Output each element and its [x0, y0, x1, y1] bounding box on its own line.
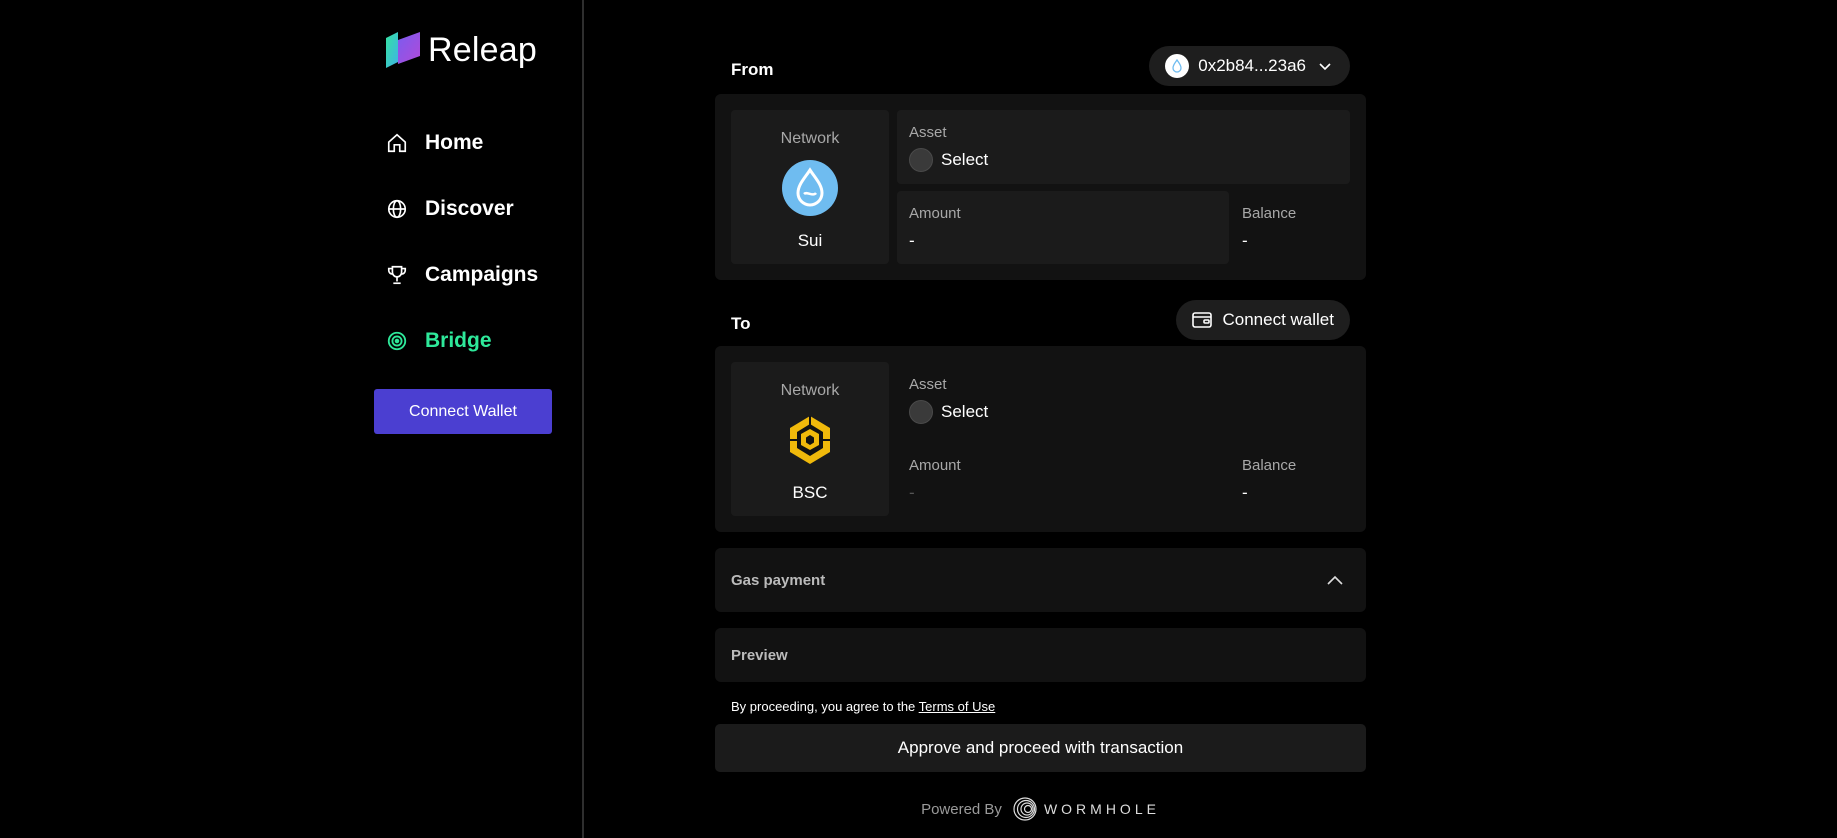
- asset-label: Asset: [909, 124, 947, 141]
- brand-logo[interactable]: Releap: [384, 30, 537, 70]
- balance-label: Balance: [1242, 205, 1297, 222]
- wormhole-logo-icon: [1013, 797, 1037, 821]
- chevron-up-icon: [1327, 575, 1343, 585]
- nav-label: Home: [425, 131, 484, 154]
- from-balance: Balance -: [1242, 191, 1342, 264]
- wallet-address: 0x2b84...23a6: [1198, 56, 1306, 75]
- from-network-selector[interactable]: Network Sui: [731, 110, 889, 264]
- network-label: Network: [780, 382, 840, 399]
- network-label: Network: [780, 130, 840, 147]
- preview-section: Preview: [715, 628, 1366, 682]
- approve-transaction-button[interactable]: Approve and proceed with transaction: [715, 724, 1366, 772]
- network-name: Sui: [797, 231, 823, 250]
- terms-of-use-link[interactable]: Terms of Use: [919, 699, 996, 714]
- token-placeholder-icon: [909, 400, 933, 424]
- to-amount-field: Amount -: [909, 443, 1229, 516]
- chevron-down-icon: [1319, 63, 1331, 71]
- asset-select[interactable]: Select: [909, 400, 988, 424]
- gas-payment-label: Gas payment: [731, 572, 826, 589]
- from-card: Network Sui Asset Select Amount - Balanc…: [715, 94, 1366, 280]
- from-title: From: [731, 60, 774, 79]
- home-icon: [385, 131, 409, 155]
- asset-select[interactable]: Select: [909, 148, 988, 172]
- token-placeholder-icon: [909, 148, 933, 172]
- to-card: Network BSC Asset Select Amount - Balanc…: [715, 346, 1366, 532]
- releap-logo-icon: [386, 32, 420, 68]
- connect-wallet-text: Connect wallet: [1222, 310, 1334, 329]
- to-network-selector[interactable]: Network BSC: [731, 362, 889, 516]
- to-asset-field[interactable]: Asset Select: [909, 362, 1349, 436]
- nav-item-bridge[interactable]: Bridge: [385, 308, 538, 374]
- nav-label: Bridge: [425, 329, 492, 352]
- from-asset-field[interactable]: Asset Select: [897, 110, 1350, 184]
- nav-item-home[interactable]: Home: [385, 110, 538, 176]
- balance-label: Balance: [1242, 457, 1297, 474]
- bsc-network-icon: [790, 416, 830, 464]
- target-icon: [385, 329, 409, 353]
- terms-prefix: By proceeding, you agree to the: [731, 699, 919, 714]
- nav-item-campaigns[interactable]: Campaigns: [385, 242, 538, 308]
- asset-select-text: Select: [941, 150, 989, 169]
- to-balance: Balance -: [1242, 443, 1342, 516]
- wallet-icon: [1192, 312, 1213, 328]
- wallet-address-dropdown[interactable]: 0x2b84...23a6: [1149, 46, 1350, 86]
- amount-label: Amount: [909, 457, 961, 474]
- sidebar: Releap Home Discover Campaigns Bridge Co…: [0, 0, 584, 838]
- gas-payment-toggle[interactable]: Gas payment: [715, 548, 1366, 612]
- powered-by-label: Powered By: [921, 800, 1002, 818]
- main-nav: Home Discover Campaigns Bridge: [385, 110, 538, 374]
- bridge-panel: From 0x2b84...23a6 Network Sui Asset Sel…: [715, 0, 1366, 822]
- from-header: From 0x2b84...23a6: [715, 44, 1366, 94]
- network-name: BSC: [792, 483, 828, 502]
- brand-name: Releap: [428, 30, 537, 69]
- amount-value: -: [909, 483, 915, 502]
- globe-icon: [385, 197, 409, 221]
- nav-label: Discover: [425, 197, 514, 220]
- nav-label: Campaigns: [425, 263, 539, 286]
- to-header: To Connect wallet: [715, 296, 1366, 346]
- connect-wallet-pill[interactable]: Connect wallet: [1176, 300, 1350, 340]
- amount-value: -: [909, 231, 915, 250]
- from-amount-field[interactable]: Amount -: [897, 191, 1229, 264]
- balance-value: -: [1242, 231, 1248, 250]
- preview-label: Preview: [731, 647, 788, 664]
- powered-by: Powered By WORMHOLE: [715, 796, 1366, 822]
- balance-value: -: [1242, 483, 1248, 502]
- terms-text: By proceeding, you agree to the Terms of…: [715, 699, 1366, 714]
- trophy-icon: [385, 263, 409, 287]
- nav-item-discover[interactable]: Discover: [385, 176, 538, 242]
- connect-wallet-button[interactable]: Connect Wallet: [374, 389, 552, 434]
- asset-select-text: Select: [941, 402, 989, 421]
- sui-network-icon: [782, 160, 838, 216]
- wormhole-brand: WORMHOLE: [1043, 801, 1160, 817]
- to-title: To: [731, 314, 751, 333]
- sui-icon: [1165, 54, 1190, 78]
- amount-label: Amount: [909, 205, 961, 222]
- asset-label: Asset: [909, 376, 947, 393]
